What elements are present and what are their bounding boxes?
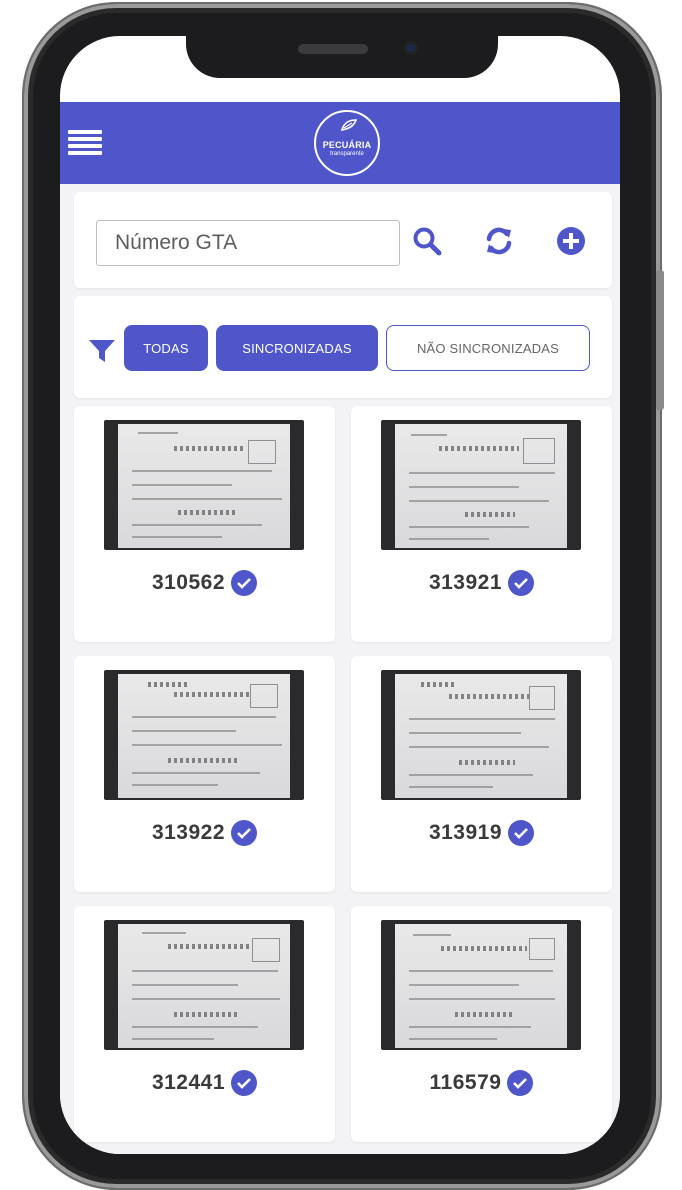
app-header: PECUÁRIA transparente xyxy=(60,102,620,184)
gta-number-input[interactable] xyxy=(96,220,400,266)
check-circle-icon xyxy=(231,1070,258,1096)
filter-card: TODAS SINCRONIZADAS NÃO SINCRONIZADAS xyxy=(74,296,612,398)
sync-icon[interactable] xyxy=(484,226,514,261)
document-number: 116579 xyxy=(429,1071,502,1094)
check-circle-icon xyxy=(231,820,258,846)
document-number: 313922 xyxy=(151,821,226,844)
document-number: 312441 xyxy=(151,1071,226,1094)
document-number: 313921 xyxy=(428,571,503,594)
filter-icon[interactable] xyxy=(88,338,116,369)
logo-subtext: transparente xyxy=(330,150,364,157)
document-thumbnail xyxy=(104,920,304,1050)
check-circle-icon xyxy=(231,570,258,596)
leaf-icon xyxy=(340,119,358,131)
phone-screen: PECUÁRIA transparente Número GTA TODAS S… xyxy=(60,36,620,1154)
hamburger-menu-icon[interactable] xyxy=(68,130,102,156)
add-circle-icon[interactable] xyxy=(556,226,586,261)
search-icon[interactable] xyxy=(412,226,442,261)
phone-side-button xyxy=(656,270,664,410)
check-circle-icon xyxy=(508,820,535,846)
document-thumbnail xyxy=(381,420,581,550)
document-card[interactable]: 313921 xyxy=(351,406,612,642)
check-circle-icon xyxy=(507,1070,534,1096)
filter-chip-todas[interactable]: TODAS xyxy=(124,325,208,371)
document-card[interactable]: 312441 xyxy=(74,906,335,1142)
document-card[interactable]: 310562 xyxy=(74,406,335,642)
logo-text: PECUÁRIA xyxy=(322,139,372,150)
document-thumbnail xyxy=(381,670,581,800)
check-circle-icon xyxy=(508,570,535,596)
document-thumbnail xyxy=(104,670,304,800)
document-card[interactable]: 313922 xyxy=(74,656,335,892)
document-number: 313919 xyxy=(428,821,503,844)
front-camera xyxy=(404,41,418,55)
document-thumbnail xyxy=(381,920,581,1050)
phone-notch xyxy=(186,30,498,78)
search-card xyxy=(74,192,612,288)
app-logo: PECUÁRIA transparente xyxy=(314,110,380,176)
document-number: 310562 xyxy=(151,571,226,594)
filter-chip-sincronizadas[interactable]: SINCRONIZADAS xyxy=(216,325,378,371)
filter-chip-nao-sincronizadas[interactable]: NÃO SINCRONIZADAS xyxy=(386,325,590,371)
document-card[interactable]: 313919 xyxy=(351,656,612,892)
speaker-grille xyxy=(298,44,368,54)
document-thumbnail xyxy=(104,420,304,550)
document-card[interactable]: 116579 xyxy=(351,906,612,1142)
main-content: TODAS SINCRONIZADAS NÃO SINCRONIZADAS xyxy=(60,184,620,1154)
